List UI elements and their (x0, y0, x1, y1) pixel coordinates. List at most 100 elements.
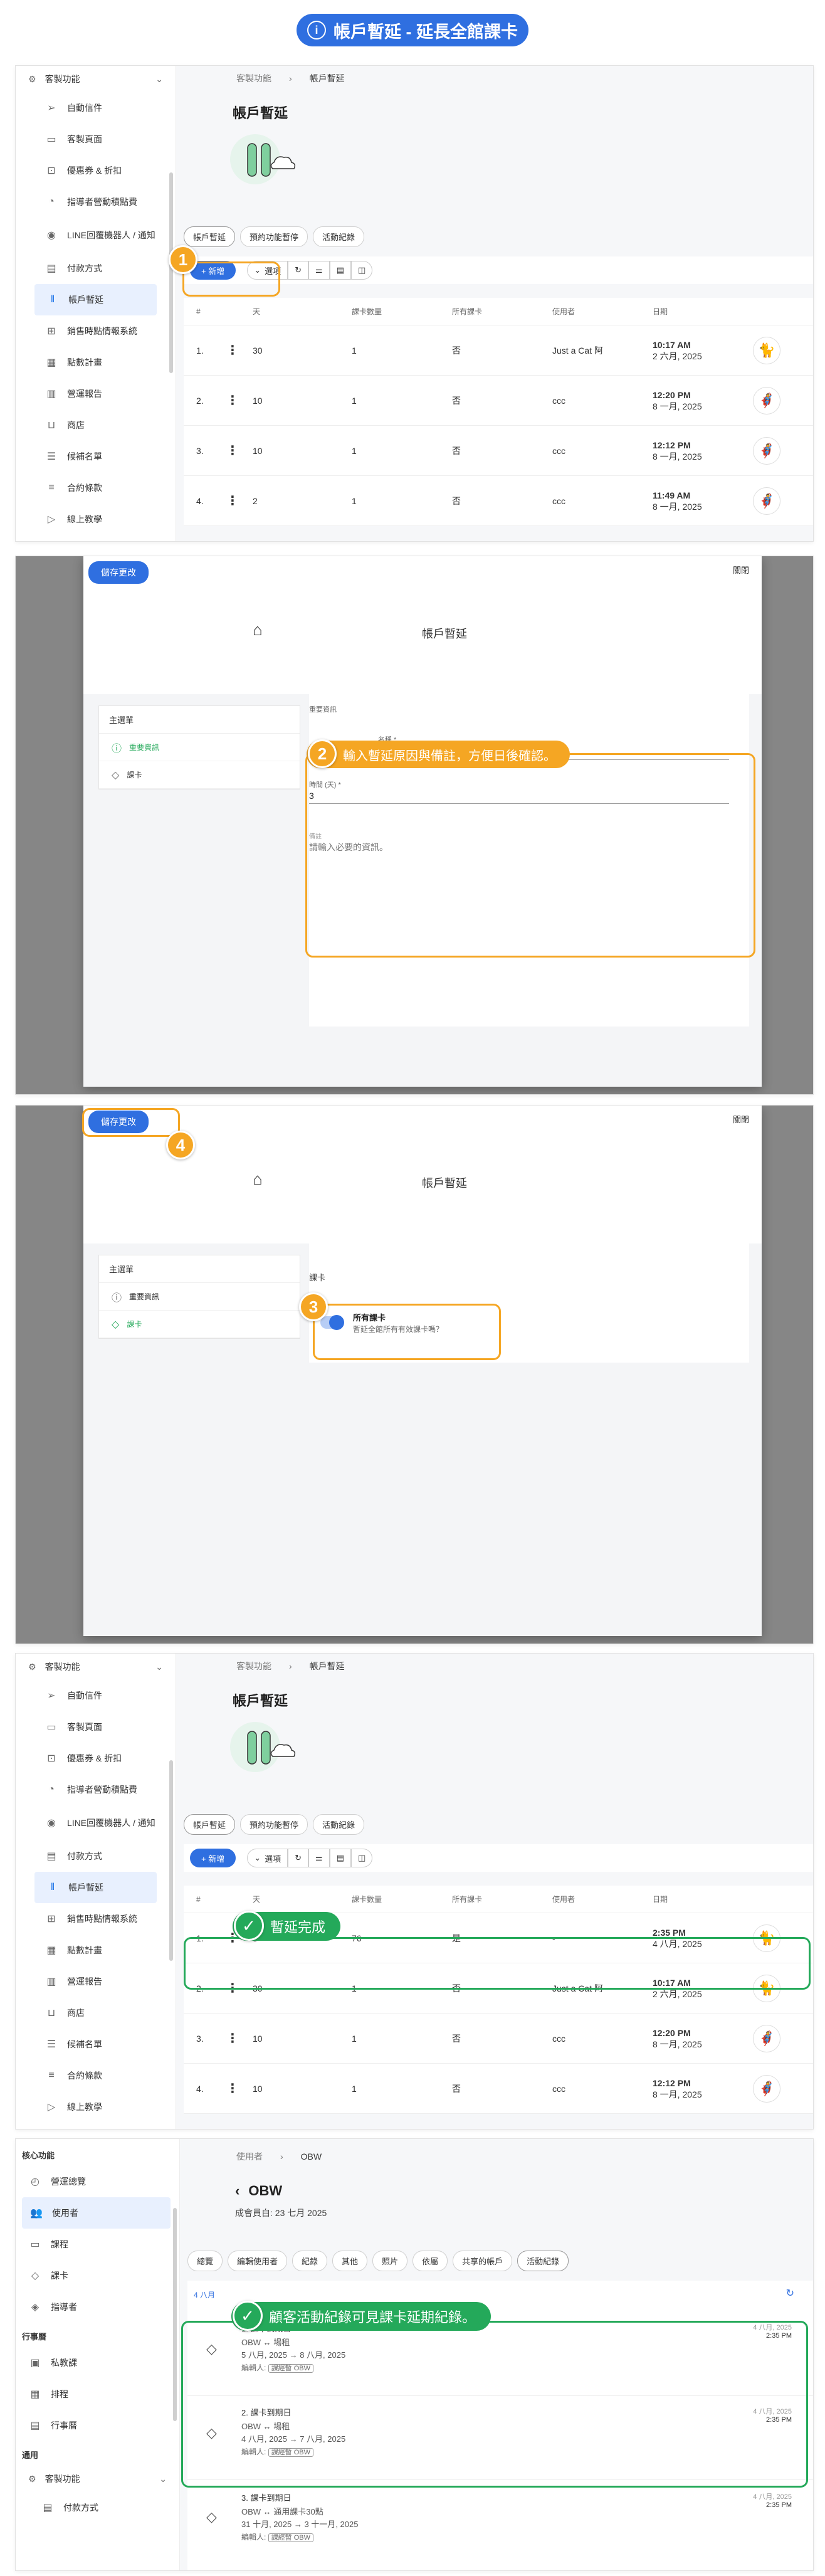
filter-icon[interactable]: ⚌ (308, 1849, 330, 1867)
avatar[interactable]: 🦸 (753, 2024, 780, 2052)
tab-records[interactable]: 紀錄 (292, 2251, 328, 2271)
avatar[interactable]: 🦸 (753, 386, 780, 414)
avatar[interactable]: 🦸 (753, 436, 780, 465)
sidebar-item-active[interactable]: ‖ 帳戶暫延 (34, 1872, 157, 1903)
table-row[interactable]: 4. ⋮ 10 1 否 ccc 12:12 PM 8 一月, 2025 🦸 (184, 2064, 813, 2114)
sidebar-item[interactable]: ⊡ 優惠券 & 折扣 (16, 155, 176, 186)
nav-calendar[interactable]: ▤ 行事曆 (16, 2410, 179, 2441)
filter-icon[interactable]: ⚌ (308, 261, 330, 280)
row-menu-icon[interactable]: ⋮ (213, 443, 253, 458)
row-menu-icon[interactable]: ⋮ (213, 2030, 253, 2046)
tab-activity-log[interactable]: 活動紀錄 (313, 1814, 365, 1835)
sidebar-item[interactable]: ≡ 合約條款 (16, 2060, 176, 2091)
table-row[interactable]: 3. ⋮ 10 1 否 ccc 12:12 PM 8 一月, 2025 🦸 (184, 426, 813, 476)
sidebar-item[interactable]: ➢ 自動信件 (16, 92, 176, 124)
refresh-icon[interactable]: ↻ (288, 1849, 309, 1867)
tab-dependents[interactable]: 依屬 (413, 2251, 448, 2271)
nav-payment[interactable]: ▤ 付款方式 (16, 2492, 179, 2523)
sidebar-item[interactable]: ◉ LINE回覆機器人 / 通知 (16, 218, 176, 253)
sidebar-item[interactable]: ▥ 營運報告 (16, 378, 176, 409)
nav-private[interactable]: ▣ 私教課 (16, 2347, 179, 2378)
row-menu-icon[interactable]: ⋮ (213, 2081, 253, 2096)
tab-other[interactable]: 其他 (332, 2251, 368, 2271)
sidebar-item[interactable]: ▭ 客製頁面 (16, 124, 176, 155)
tab-activity-log[interactable]: 活動紀錄 (313, 226, 365, 247)
close-button[interactable]: 關閉 (733, 1113, 749, 1125)
tab-photos[interactable]: 照片 (372, 2251, 408, 2271)
sidebar-item[interactable]: ⊔ 商店 (16, 1997, 176, 2029)
nav-cards[interactable]: ◇ 課卡 (16, 2260, 179, 2291)
avatar[interactable]: 🦸 (753, 2074, 780, 2103)
sidebar-item[interactable]: ◉ LINE回覆機器人 / 通知 (16, 1805, 176, 1840)
sidebar-item[interactable]: ≡ 合約條款 (16, 472, 176, 504)
sidebar-item[interactable]: ▦ 點數計畫 (16, 347, 176, 378)
tab-booking-pause[interactable]: 預約功能暫停 (240, 226, 308, 247)
table-row[interactable]: 2. ⋮ 10 1 否 ccc 12:20 PM 8 一月, 2025 🦸 (184, 376, 813, 426)
nav-custom[interactable]: ⚙ 客製功能 ⌄ (16, 2466, 179, 2492)
breadcrumb-parent[interactable]: 客製功能 (236, 1661, 271, 1671)
menu-item-info[interactable]: ⓘ 重要資訊 (99, 734, 300, 761)
sidebar-item[interactable]: ▷ 線上教學 (16, 2091, 176, 2123)
save-button[interactable]: 儲存更改 (88, 561, 149, 584)
sidebar-section-custom[interactable]: ⚙ 客製功能 ⌄ (16, 66, 176, 92)
options-button[interactable]: ⌄ 選項 (247, 1849, 288, 1867)
menu-item-info[interactable]: ⓘ 重要資訊 (99, 1283, 300, 1311)
refresh-icon[interactable]: ↻ (288, 261, 309, 280)
nav-users[interactable]: 👥 使用者 (22, 2197, 171, 2229)
export-icon[interactable]: ▤ (329, 1849, 351, 1867)
tab-suspension[interactable]: 帳戶暫延 (184, 1814, 236, 1835)
sidebar-item[interactable]: ▤ 付款方式 (16, 1840, 176, 1872)
menu-item-cards[interactable]: ◇ 課卡 (99, 761, 300, 789)
sidebar-item[interactable]: ▭ 客製頁面 (16, 1711, 176, 1743)
close-button[interactable]: 關閉 (733, 564, 749, 576)
sidebar-item[interactable]: ➢ 自動信件 (16, 1680, 176, 1711)
add-button[interactable]: + 新增 (190, 1849, 236, 1867)
sidebar-item[interactable]: ⊞ 銷售時點情報系統 (16, 1903, 176, 1935)
sidebar-item[interactable]: ▦ 點數計畫 (16, 1935, 176, 1966)
columns-icon[interactable]: ◫ (351, 261, 373, 280)
chevron-left-icon[interactable]: ‹ (235, 2183, 239, 2199)
tab-shared-accounts[interactable]: 共享的帳戶 (453, 2251, 513, 2271)
export-icon[interactable]: ▤ (329, 261, 351, 280)
nav-teachers[interactable]: ◈ 指導者 (16, 2291, 179, 2323)
tab-booking-pause[interactable]: 預約功能暫停 (240, 1814, 308, 1835)
sidebar-scrollbar[interactable] (173, 2208, 177, 2421)
tab-overview[interactable]: 總覽 (187, 2251, 223, 2271)
row-menu-icon[interactable]: ⋮ (213, 493, 253, 509)
table-row[interactable]: 3. ⋮ 10 1 否 ccc 12:20 PM 8 一月, 2025 🦸 (184, 2014, 813, 2064)
sidebar-item[interactable]: ⊡ 優惠券 & 折扣 (16, 1743, 176, 1774)
sidebar-item[interactable]: ☰ 候補名單 (16, 2029, 176, 2060)
sidebar-item[interactable]: ☰ 候補名單 (16, 441, 176, 472)
nav-schedule[interactable]: ▦ 排程 (16, 2378, 179, 2410)
row-menu-icon[interactable]: ⋮ (213, 393, 253, 408)
menu-item-cards[interactable]: ◇ 課卡 (99, 1311, 300, 1338)
sidebar-section-custom[interactable]: ⚙ 客製功能 ⌄ (16, 1654, 176, 1680)
tab-suspension[interactable]: 帳戶暫延 (184, 226, 236, 247)
table-row[interactable]: 4. ⋮ 2 1 否 ccc 11:49 AM 8 一月, 2025 🦸 (184, 476, 813, 526)
sidebar-item[interactable]: ◔ 指導者營動積點費 (16, 1774, 176, 1805)
avatar[interactable]: 🦸 (753, 487, 780, 515)
sidebar-item[interactable]: ◔ 指導者營動積點費 (16, 186, 176, 218)
sidebar-item[interactable]: ⊞ 銷售時點情報系統 (16, 315, 176, 347)
refresh-icon[interactable]: ↻ (786, 2287, 794, 2299)
row-menu-icon[interactable]: ⋮ (213, 342, 253, 358)
sidebar-scrollbar[interactable] (169, 172, 173, 373)
log-item[interactable]: ◇ 3. 課卡到期日 OBW ↔ 通用課卡30點 31 十月, 2025 → 3… (187, 2484, 813, 2559)
tab-edit-user[interactable]: 編輯使用者 (228, 2251, 288, 2271)
avatar[interactable]: 🐈 (753, 336, 780, 364)
tab-bar: 帳戶暫延 預約功能暫停 活動紀錄 (184, 1814, 365, 1835)
suspension-dialog: 儲存更改 關閉 ⌂ 帳戶暫延 主選單 ⓘ 重要資訊 ◇ 課卡 課卡 所有課卡 暫延全… (83, 1106, 762, 1636)
sidebar-item[interactable]: ▥ 營運報告 (16, 1966, 176, 1997)
sidebar-item[interactable]: ⊔ 商店 (16, 409, 176, 441)
sidebar-item-active[interactable]: ‖ 帳戶暫延 (34, 284, 157, 315)
breadcrumb-parent[interactable]: 使用者 (236, 2151, 263, 2162)
sidebar-item[interactable]: ▤ 付款方式 (16, 253, 176, 284)
columns-icon[interactable]: ◫ (351, 1849, 373, 1867)
tab-activity-log[interactable]: 活動紀錄 (517, 2251, 569, 2271)
nav-classes[interactable]: ▭ 課程 (16, 2229, 179, 2260)
sidebar-item[interactable]: ▷ 線上教學 (16, 504, 176, 535)
nav-dashboard[interactable]: ◴ 營運總覽 (16, 2166, 179, 2197)
breadcrumb-parent[interactable]: 客製功能 (236, 73, 271, 83)
table-row[interactable]: 1. ⋮ 30 1 否 Just a Cat 阿 10:17 AM 2 六月, 2… (184, 325, 813, 376)
sidebar-scrollbar[interactable] (169, 1760, 173, 1961)
